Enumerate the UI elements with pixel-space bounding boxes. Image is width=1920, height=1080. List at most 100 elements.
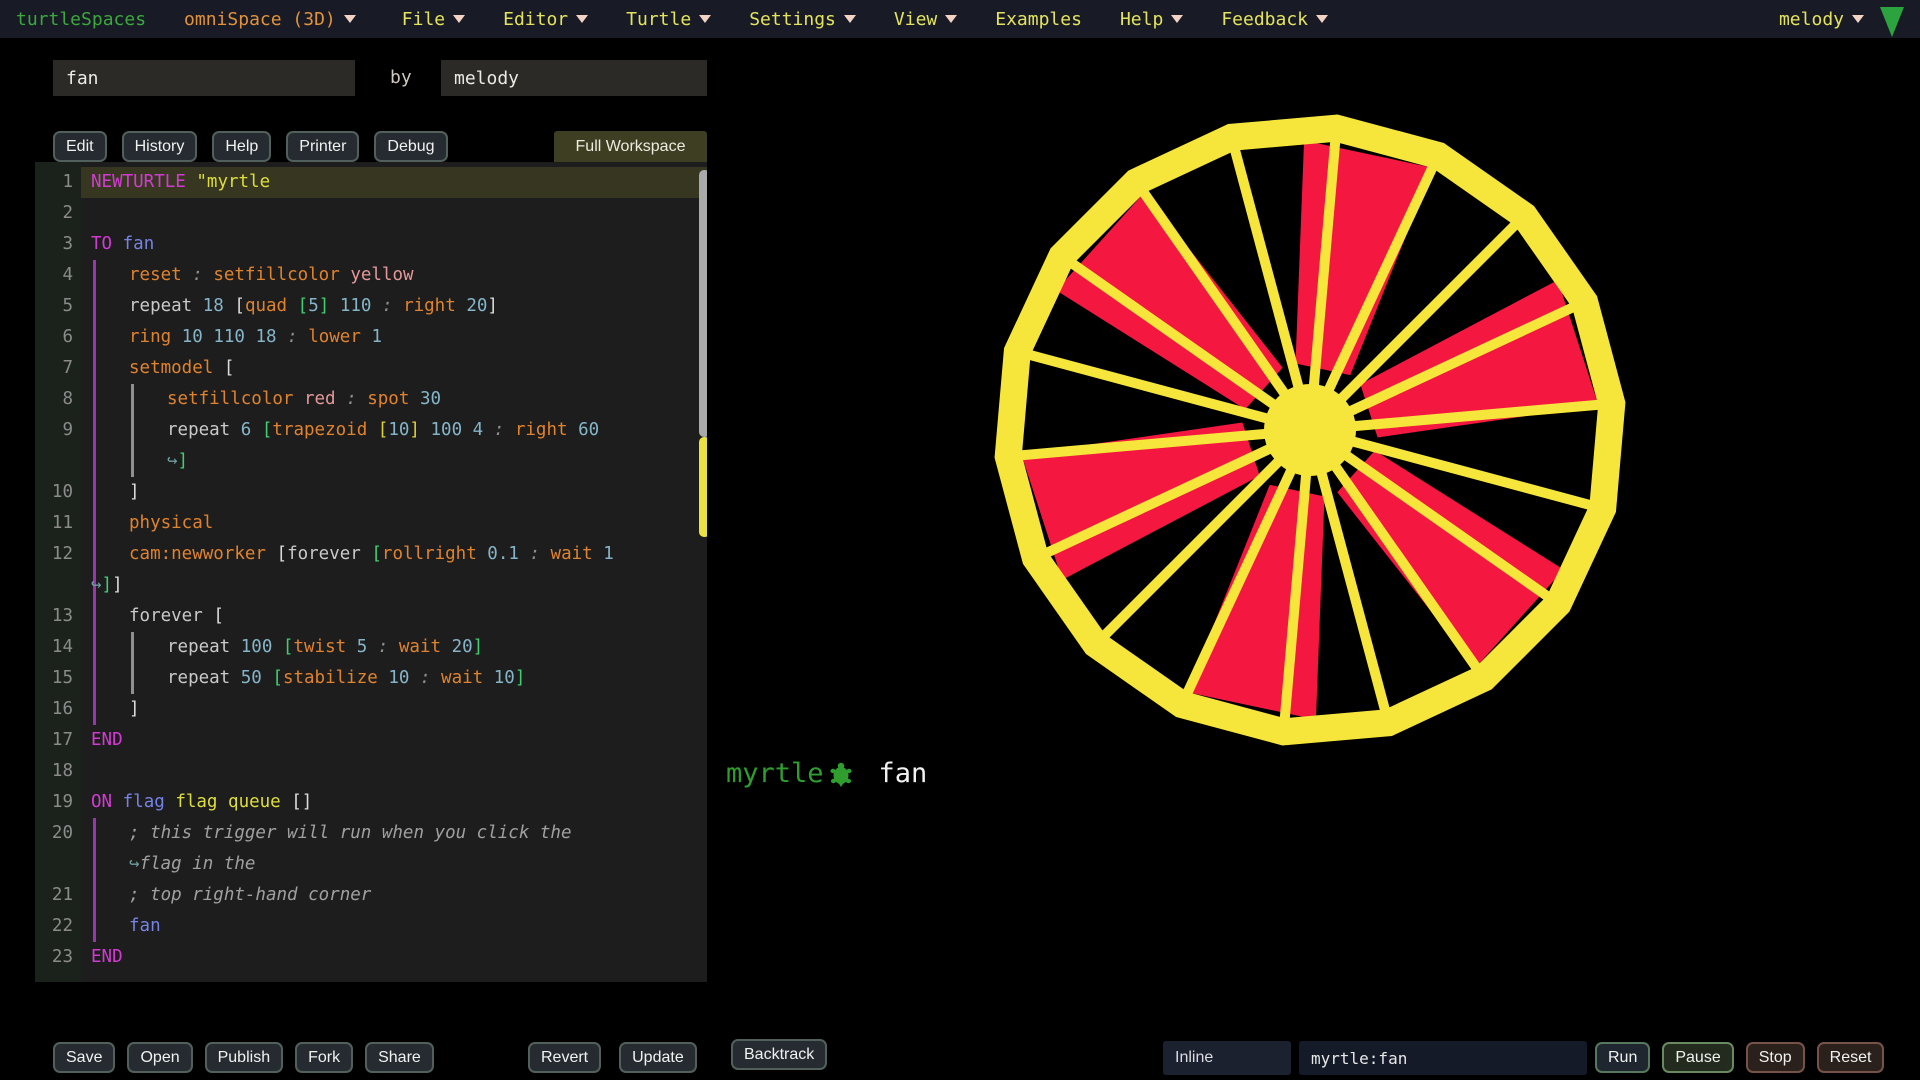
share-button[interactable]: Share [365, 1042, 434, 1073]
code-line[interactable]: 21; top right-hand corner [35, 880, 707, 911]
code-line-number: 12 [35, 539, 73, 570]
code-line[interactable]: 20 ; this trigger will run when you click… [35, 818, 707, 880]
code-text: END [81, 725, 707, 756]
file-actions: Save Open Publish Fork Share [53, 1042, 434, 1073]
code-line[interactable]: 3TO fan [35, 229, 707, 260]
reset-button[interactable]: Reset [1817, 1042, 1885, 1073]
code-line-number: 2 [35, 198, 73, 229]
code-line-number: 23 [35, 942, 73, 973]
code-line[interactable]: 5repeat 18 [quad [5] 110 : right 20] [35, 291, 707, 322]
code-text: ↪flag in the [81, 849, 707, 880]
tab-full-workspace[interactable]: Full Workspace [554, 131, 707, 162]
code-line-number: 10 [35, 477, 73, 508]
menu-items: omniSpace (3D) File Editor Turtle Settings Vi… [184, 9, 1366, 30]
code-line[interactable]: 13forever [ [35, 601, 707, 632]
code-editor[interactable]: 1NEWTURTLE "myrtle2 3TO fan4 reset : setf… [35, 162, 707, 982]
code-text [81, 756, 707, 787]
code-text: fan [81, 911, 707, 942]
code-line[interactable]: 6ring 10 110 18 : lower 1 [35, 322, 707, 353]
code-line[interactable]: 2 [35, 198, 707, 229]
update-button[interactable]: Update [619, 1042, 697, 1073]
code-text: repeat 100 [twist 5 : wait 20] [81, 632, 707, 663]
menu-item-help[interactable]: Help [1120, 9, 1183, 30]
menu-item-label: Turtle [626, 9, 691, 30]
turtle-icon [827, 760, 855, 788]
code-text [81, 198, 707, 229]
tab-help[interactable]: Help [212, 131, 271, 162]
code-text: ; this trigger will run when you click t… [81, 818, 707, 849]
inline-select[interactable]: Inline [1163, 1041, 1291, 1075]
save-button[interactable]: Save [53, 1042, 115, 1073]
code-text: ] [81, 694, 707, 725]
turtle-3d-canvas[interactable] [707, 38, 1920, 1040]
code-line-number: 20 [35, 818, 73, 849]
stop-button[interactable]: Stop [1746, 1042, 1805, 1073]
user-menu[interactable]: melody [1779, 9, 1864, 30]
code-line-number: 18 [35, 756, 73, 787]
code-line[interactable]: 18 [35, 756, 707, 787]
command-input[interactable] [1299, 1041, 1587, 1075]
tab-edit[interactable]: Edit [53, 131, 107, 162]
chevron-down-icon [844, 15, 856, 23]
code-line-number: 17 [35, 725, 73, 756]
menu-item-turtle[interactable]: Turtle [626, 9, 711, 30]
revert-button[interactable]: Revert [528, 1042, 601, 1073]
code-line[interactable]: 11physical [35, 508, 707, 539]
tab-history[interactable]: History [122, 131, 198, 162]
menu-item-view[interactable]: View [894, 9, 957, 30]
menu-item-omnispace-3d[interactable]: omniSpace (3D) [184, 9, 356, 30]
code-line[interactable]: 19ON flag flag queue [] [35, 787, 707, 818]
menu-bar: turtleSpaces omniSpace (3D) File Editor Tur… [0, 0, 1920, 38]
code-line-number: 6 [35, 322, 73, 353]
menu-item-label: File [402, 9, 445, 30]
menu-item-label: Settings [749, 9, 836, 30]
menu-item-editor[interactable]: Editor [503, 9, 588, 30]
code-line[interactable]: 7setmodel [ [35, 353, 707, 384]
code-line[interactable]: 12cam:newworker [forever [rollright 0.1 … [35, 539, 707, 601]
corner-flag-icon[interactable] [1880, 7, 1904, 37]
author-input[interactable] [441, 60, 707, 96]
menu-item-label: Examples [995, 9, 1082, 30]
chevron-down-icon [453, 15, 465, 23]
code-line[interactable]: 9repeat 6 [trapezoid [10] 100 4 : right … [35, 415, 707, 477]
code-text: END [81, 942, 707, 973]
publish-button[interactable]: Publish [205, 1042, 283, 1073]
open-button[interactable]: Open [127, 1042, 192, 1073]
menu-item-label: Help [1120, 9, 1163, 30]
project-name-input[interactable] [53, 60, 355, 96]
code-line[interactable]: 10] [35, 477, 707, 508]
code-line-number: 16 [35, 694, 73, 725]
code-line[interactable]: 15repeat 50 [stabilize 10 : wait 10] [35, 663, 707, 694]
run-controls: Run Pause Stop Reset [1595, 1042, 1884, 1073]
code-line[interactable]: 14repeat 100 [twist 5 : wait 20] [35, 632, 707, 663]
code-line-number: 11 [35, 508, 73, 539]
revision-actions: Revert Update [528, 1042, 697, 1073]
code-line[interactable]: 4 reset : setfillcolor yellow [35, 260, 707, 291]
chevron-down-icon [344, 15, 356, 23]
code-line-number: 21 [35, 880, 73, 911]
code-line[interactable]: 22fan [35, 911, 707, 942]
tab-debug[interactable]: Debug [374, 131, 447, 162]
fork-button[interactable]: Fork [295, 1042, 353, 1073]
pause-button[interactable]: Pause [1662, 1042, 1733, 1073]
tab-printer[interactable]: Printer [286, 131, 359, 162]
code-line[interactable]: 1NEWTURTLE "myrtle [35, 167, 707, 198]
code-line[interactable]: 16] [35, 694, 707, 725]
app-logo[interactable]: turtleSpaces [16, 9, 146, 30]
code-line[interactable]: 17 END [35, 725, 707, 756]
menu-item-label: View [894, 9, 937, 30]
turtle-command: fan [879, 758, 928, 789]
code-line-number: 4 [35, 260, 73, 291]
menu-item-examples[interactable]: Examples [995, 9, 1082, 30]
run-button[interactable]: Run [1595, 1042, 1650, 1073]
code-line-number: 9 [35, 415, 73, 446]
menu-item-settings[interactable]: Settings [749, 9, 856, 30]
code-line-number: 3 [35, 229, 73, 260]
code-line[interactable]: 23 END [35, 942, 707, 973]
backtrack-button[interactable]: Backtrack [731, 1039, 827, 1070]
code-text: reset : setfillcolor yellow [81, 260, 707, 291]
menu-item-feedback[interactable]: Feedback [1221, 9, 1328, 30]
menu-item-file[interactable]: File [402, 9, 465, 30]
code-line[interactable]: 8setfillcolor red : spot 30 [35, 384, 707, 415]
code-text: repeat 18 [quad [5] 110 : right 20] [81, 291, 707, 322]
